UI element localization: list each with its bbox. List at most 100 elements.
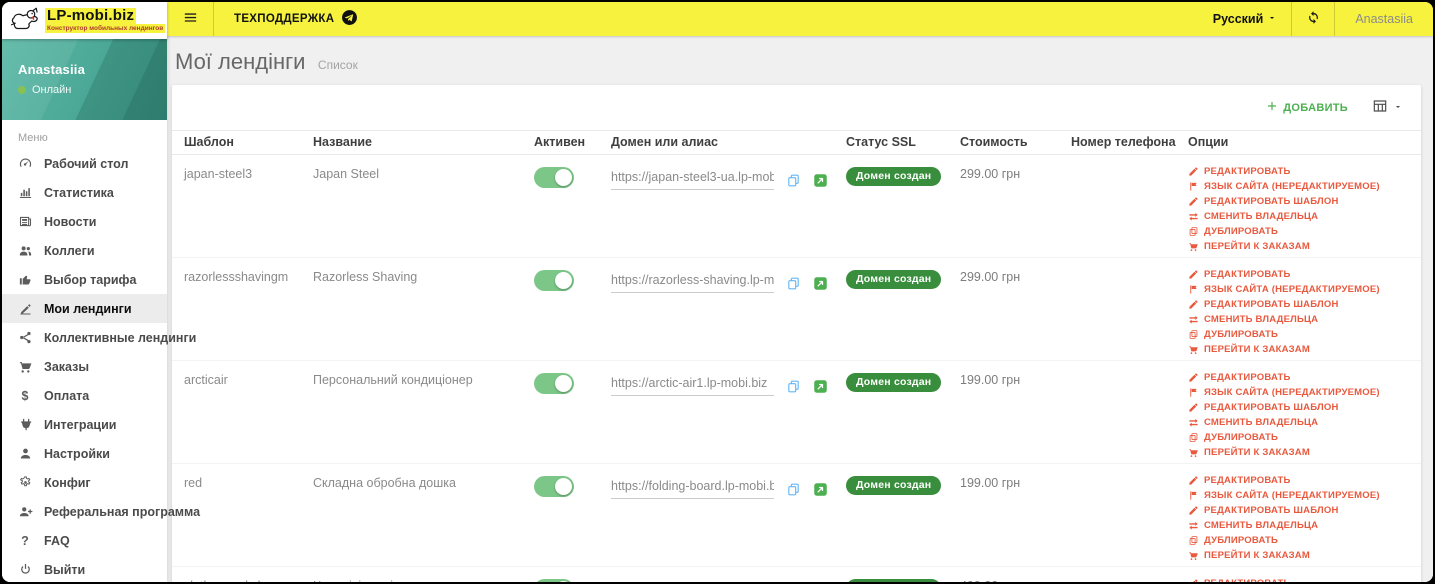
sidebar-item-dashboard[interactable]: Рабочий стол xyxy=(2,149,167,178)
sidebar-item-user-plus[interactable]: Реферальная программа xyxy=(2,497,200,526)
cart-icon xyxy=(1188,550,1199,561)
sidebar-item-users[interactable]: Коллеги xyxy=(2,236,167,265)
sidebar-item-label: Реферальная программа xyxy=(44,504,201,519)
domain-input[interactable] xyxy=(611,476,774,499)
sidebar-item-cart[interactable]: Заказы xyxy=(2,352,167,381)
option-label: ЯЗЫК САЙТА (НЕРЕДАКТИРУЕМОЕ) xyxy=(1204,490,1380,501)
active-toggle[interactable] xyxy=(534,167,574,188)
refresh-button[interactable] xyxy=(1292,2,1334,36)
sidebar-item-news[interactable]: Новости xyxy=(2,207,167,236)
option-link[interactable]: ПЕРЕЙТИ К ЗАКАЗАМ xyxy=(1188,239,1415,254)
toggle-knob xyxy=(555,375,572,392)
option-link[interactable]: ДУБЛИРОВАТЬ xyxy=(1188,533,1415,548)
active-toggle[interactable] xyxy=(534,579,574,582)
option-link[interactable]: ПЕРЕЙТИ К ЗАКАЗАМ xyxy=(1188,342,1415,357)
sidebar-item-dollar[interactable]: $ Оплата xyxy=(2,381,167,410)
support-button[interactable]: ТЕХПОДДЕРЖКА xyxy=(214,2,378,36)
menu-toggle-button[interactable] xyxy=(167,2,213,36)
option-link[interactable]: РЕДАКТИРОВАТЬ ШАБЛОН xyxy=(1188,503,1415,518)
page-header: Мої лендінги Список xyxy=(172,36,1421,85)
language-dropdown[interactable]: Русский xyxy=(1199,2,1292,36)
template-cell: japan-steel3 xyxy=(184,167,253,181)
open-site-icon[interactable] xyxy=(813,173,828,191)
thumbs-up-icon xyxy=(16,272,34,288)
sidebar-item-label: Новости xyxy=(44,214,97,229)
active-cell xyxy=(522,361,599,463)
option-link[interactable]: РЕДАКТИРОВАТЬ xyxy=(1188,267,1415,282)
option-link[interactable]: ДУБЛИРОВАТЬ xyxy=(1188,430,1415,445)
open-site-icon[interactable] xyxy=(813,276,828,294)
option-link[interactable]: ЯЗЫК САЙТА (НЕРЕДАКТИРУЕМОЕ) xyxy=(1188,179,1415,194)
user-status: Онлайн xyxy=(32,84,72,96)
copy-domain-icon[interactable] xyxy=(786,482,801,500)
dashboard-icon xyxy=(16,156,34,172)
option-label: ДУБЛИРОВАТЬ xyxy=(1204,432,1279,443)
page-subtitle: Список xyxy=(317,58,358,72)
sidebar-item-user[interactable]: Настройки xyxy=(2,439,167,468)
option-link[interactable]: СМЕНИТЬ ВЛАДЕЛЬЦА xyxy=(1188,209,1415,224)
option-link[interactable]: РЕДАКТИРОВАТЬ xyxy=(1188,164,1415,179)
option-link[interactable]: ПЕРЕЙТИ К ЗАКАЗАМ xyxy=(1188,445,1415,460)
option-link[interactable]: СМЕНИТЬ ВЛАДЕЛЬЦА xyxy=(1188,415,1415,430)
sidebar-item-question[interactable]: ? FAQ xyxy=(2,526,167,555)
logo[interactable]: LP-mobi.biz Конструктор мобильных лендин… xyxy=(2,2,167,39)
option-link[interactable]: РЕДАКТИРОВАТЬ xyxy=(1188,576,1415,582)
cart-icon xyxy=(1188,447,1199,458)
copy-domain-icon[interactable] xyxy=(786,276,801,294)
exchange-icon xyxy=(1188,417,1199,428)
domain-input[interactable] xyxy=(611,579,774,582)
sidebar-item-landings[interactable]: Мои лендинги xyxy=(2,294,167,323)
option-link[interactable]: РЕДАКТИРОВАТЬ ШАБЛОН xyxy=(1188,297,1415,312)
sidebar-item-plug[interactable]: Интеграции xyxy=(2,410,167,439)
domain-input[interactable] xyxy=(611,373,774,396)
sidebar-item-share[interactable]: Коллективные лендинги xyxy=(2,323,196,352)
option-link[interactable]: ПЕРЕЙТИ К ЗАКАЗАМ xyxy=(1188,548,1415,563)
option-link[interactable]: СМЕНИТЬ ВЛАДЕЛЬЦА xyxy=(1188,518,1415,533)
option-link[interactable]: РЕДАКТИРОВАТЬ ШАБЛОН xyxy=(1188,400,1415,415)
option-link[interactable]: РЕДАКТИРОВАТЬ xyxy=(1188,370,1415,385)
option-link[interactable]: СМЕНИТЬ ВЛАДЕЛЬЦА xyxy=(1188,312,1415,327)
chart-icon xyxy=(16,185,34,201)
options-cell: РЕДАКТИРОВАТЬЯЗЫК САЙТА (НЕРЕДАКТИРУЕМОЕ… xyxy=(1176,567,1421,582)
domain-input[interactable] xyxy=(611,167,774,190)
active-cell xyxy=(522,464,599,566)
sidebar-item-chart[interactable]: Статистика xyxy=(2,178,167,207)
active-toggle[interactable] xyxy=(534,270,574,291)
edit-icon xyxy=(1188,372,1199,383)
phone-cell xyxy=(1059,567,1176,582)
domain-input[interactable] xyxy=(611,270,774,293)
table-row: japan-steel3 Japan Steel Домен создан 29… xyxy=(172,155,1421,258)
sidebar-item-label: Заказы xyxy=(44,359,90,374)
columns-dropdown-button[interactable] xyxy=(1372,98,1403,117)
option-link[interactable]: ЯЗЫК САЙТА (НЕРЕДАКТИРУЕМОЕ) xyxy=(1188,282,1415,297)
option-link[interactable]: ДУБЛИРОВАТЬ xyxy=(1188,224,1415,239)
landings-card: ДОБАВИТЬ Шаблон Название Активен Домен или … xyxy=(172,85,1421,582)
copy-domain-icon[interactable] xyxy=(786,379,801,397)
option-link[interactable]: ДУБЛИРОВАТЬ xyxy=(1188,327,1415,342)
copy-domain-icon[interactable] xyxy=(786,173,801,191)
support-label: ТЕХПОДДЕРЖКА xyxy=(234,13,335,25)
template-cell: arcticair xyxy=(184,373,228,387)
active-toggle[interactable] xyxy=(534,373,574,394)
add-button[interactable]: ДОБАВИТЬ xyxy=(1266,100,1348,115)
logo-subtitle: Конструктор мобильных лендингов xyxy=(45,24,166,34)
option-link[interactable]: ЯЗЫК САЙТА (НЕРЕДАКТИРУЕМОЕ) xyxy=(1188,488,1415,503)
sidebar-item-gears[interactable]: Конфиг xyxy=(2,468,167,497)
sidebar-item-power[interactable]: Выйти xyxy=(2,555,167,582)
open-site-icon[interactable] xyxy=(813,379,828,397)
active-toggle[interactable] xyxy=(534,476,574,497)
ssl-status-badge: Домен создан xyxy=(846,579,942,582)
column-header: Шаблон xyxy=(184,135,234,149)
topbar-username[interactable]: Anastasiia xyxy=(1335,2,1433,36)
column-header: Название xyxy=(313,135,373,149)
option-link[interactable]: ЯЗЫК САЙТА (НЕРЕДАКТИРУЕМОЕ) xyxy=(1188,385,1415,400)
open-site-icon[interactable] xyxy=(813,482,828,500)
option-label: СМЕНИТЬ ВЛАДЕЛЬЦА xyxy=(1204,211,1319,222)
edit-icon xyxy=(1188,299,1199,310)
option-link[interactable]: РЕДАКТИРОВАТЬ xyxy=(1188,473,1415,488)
sidebar-item-thumbs-up[interactable]: Выбор тарифа xyxy=(2,265,167,294)
exchange-icon xyxy=(1188,520,1199,531)
column-header: Статус SSL xyxy=(846,135,916,149)
option-link[interactable]: РЕДАКТИРОВАТЬ ШАБЛОН xyxy=(1188,194,1415,209)
